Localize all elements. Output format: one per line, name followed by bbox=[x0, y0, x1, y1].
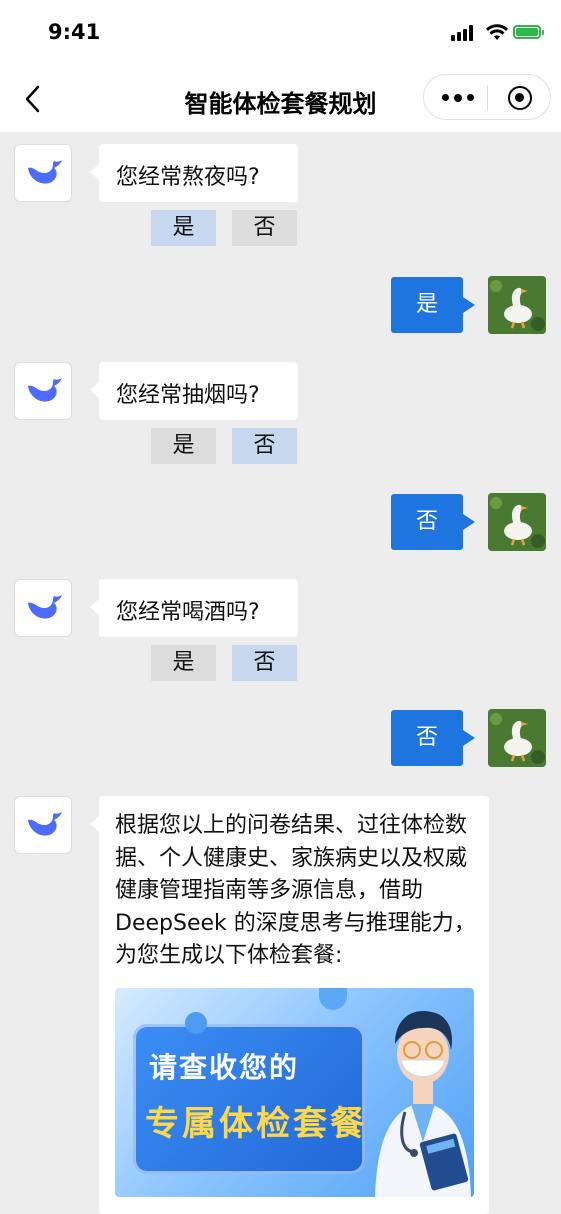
status-bar: 9:41 bbox=[0, 0, 561, 66]
status-time: 9:41 bbox=[48, 20, 101, 44]
goose-photo bbox=[488, 709, 546, 767]
eye-icon bbox=[185, 1012, 207, 1034]
bot-message: 您经常熬夜吗? bbox=[90, 144, 298, 202]
result-text: 根据您以上的问卷结果、过往体检数据、个人健康史、家族病史以及权威健康管理指南等多… bbox=[115, 813, 476, 968]
user-avatar bbox=[488, 493, 546, 551]
user-avatar bbox=[488, 276, 546, 334]
wifi-icon bbox=[486, 24, 508, 40]
whale-logo-icon bbox=[28, 160, 62, 184]
user-avatar bbox=[488, 709, 546, 767]
user-message: 否 bbox=[391, 710, 475, 766]
user-message: 否 bbox=[391, 494, 475, 550]
bot-avatar bbox=[14, 144, 72, 202]
bot-message: 您经常抽烟吗? bbox=[90, 362, 298, 420]
capsule-divider bbox=[487, 85, 488, 111]
signal-icon bbox=[451, 25, 477, 41]
chat-area[interactable]: 您经常熬夜吗? 是 否 是 您经常抽烟吗? 是 否 否 您经常喝酒吗? 是 否 … bbox=[0, 132, 561, 1214]
message-text: 您经常熬夜吗? bbox=[116, 165, 260, 190]
stethoscope-icon bbox=[319, 988, 347, 1010]
banner-line-2: 专属体检套餐 bbox=[145, 1104, 367, 1144]
option-yes-button[interactable]: 是 bbox=[151, 645, 216, 681]
navigation-bar: 智能体检套餐规划 bbox=[0, 66, 561, 132]
goose-photo bbox=[488, 493, 546, 551]
banner-line-1: 请查收您的 bbox=[149, 1051, 300, 1084]
message-text: 您经常喝酒吗? bbox=[116, 600, 260, 625]
bot-message: 您经常喝酒吗? bbox=[90, 579, 298, 637]
checkup-package-banner[interactable]: 请查收您的 专属体检套餐 bbox=[115, 988, 474, 1197]
whale-logo-icon bbox=[28, 595, 62, 619]
doctor-illustration bbox=[375, 1011, 471, 1197]
more-dots-icon[interactable] bbox=[442, 93, 474, 102]
bot-avatar bbox=[14, 579, 72, 637]
goose-photo bbox=[488, 276, 546, 334]
option-no-button[interactable]: 否 bbox=[232, 645, 297, 681]
option-yes-button[interactable]: 是 bbox=[151, 428, 216, 464]
whale-logo-icon bbox=[28, 812, 62, 836]
bot-result-message: 根据您以上的问卷结果、过往体检数据、个人健康史、家族病史以及权威健康管理指南等多… bbox=[90, 796, 489, 1214]
option-yes-button[interactable]: 是 bbox=[151, 210, 216, 246]
target-icon[interactable] bbox=[508, 86, 532, 110]
bot-avatar bbox=[14, 796, 72, 854]
battery-icon bbox=[513, 25, 544, 39]
whale-logo-icon bbox=[28, 378, 62, 402]
mini-program-capsule bbox=[423, 74, 551, 120]
option-no-button[interactable]: 否 bbox=[232, 210, 297, 246]
user-message: 是 bbox=[391, 277, 475, 333]
bot-avatar bbox=[14, 362, 72, 420]
option-no-button[interactable]: 否 bbox=[232, 428, 297, 464]
message-text: 您经常抽烟吗? bbox=[116, 383, 260, 408]
